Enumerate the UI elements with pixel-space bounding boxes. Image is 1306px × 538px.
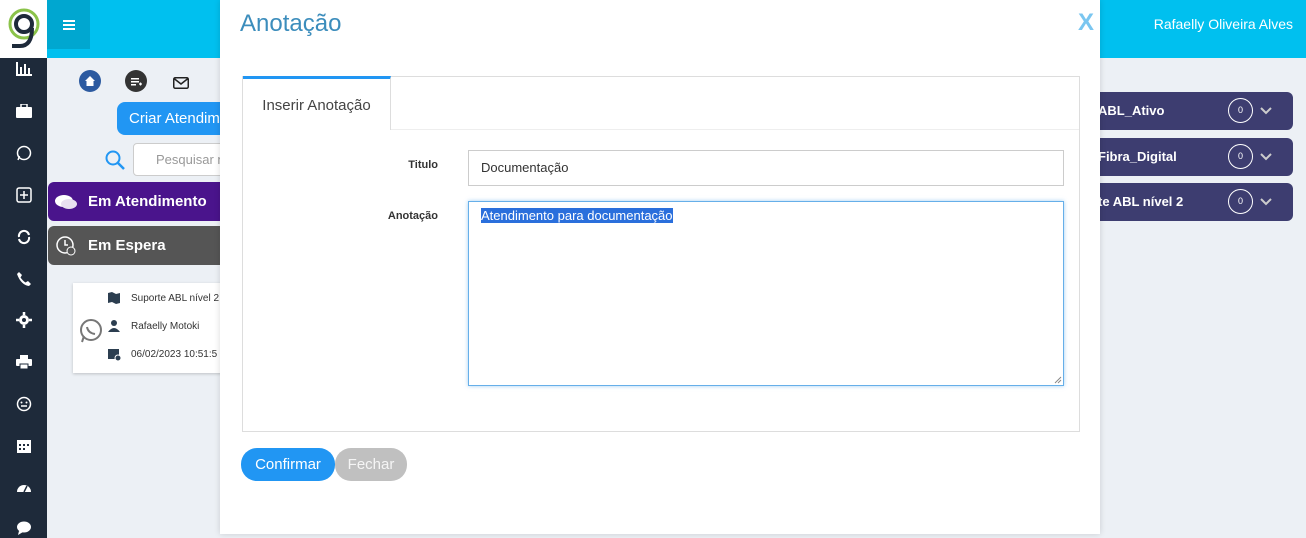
whatsapp-icon [80,319,102,343]
calendar-clock-icon [107,347,121,361]
tab-em-atendimento-label: Em Atendimento [88,193,207,210]
dashboard-icon[interactable] [15,479,33,497]
queue-label: ABL_Ativo [1098,103,1165,118]
chevron-down-icon[interactable] [1258,183,1274,221]
queue-count: 0 [1228,189,1253,214]
smile-icon[interactable] [15,395,33,413]
list-add-button[interactable] [125,70,147,92]
queue-item[interactable]: te ABL nível 2 0 [1090,183,1293,221]
close-icon[interactable]: X [1078,9,1094,37]
clock-icon [56,236,76,256]
ticket-agent: Rafaelly Motoki [131,320,200,332]
queue-count: 0 [1228,98,1253,123]
anotacao-textarea[interactable]: Atendimento para documentação [468,201,1064,386]
ticket-queue-row: Suporte ABL nível 2 [107,291,219,305]
sidebar-rail [0,0,47,538]
search-icon[interactable] [104,149,126,171]
chart-icon[interactable] [15,60,33,78]
annotation-panel: Inserir Anotação Titulo Documentação Ano… [242,76,1080,432]
home-icon [85,76,95,86]
refresh-icon[interactable] [15,228,33,246]
tab-divider [391,129,1079,130]
queue-label: te ABL nível 2 [1098,194,1184,209]
map-icon [107,291,121,305]
chevron-down-icon[interactable] [1258,92,1274,130]
user-name[interactable]: Rafaelly Oliveira Alves [1154,16,1293,32]
home-button[interactable] [79,70,101,92]
tab-em-atendimento[interactable]: Em Atendimento [48,182,228,221]
whatsapp-icon[interactable] [15,144,33,162]
ticket-date-row: 06/02/2023 10:51:5 [107,347,217,361]
ticket-queue: Suporte ABL nível 2 [131,292,220,304]
queue-label: Fibra_Digital [1098,149,1177,164]
ticket-agent-row: Rafaelly Motoki [107,319,199,333]
mail-icon [173,77,189,89]
gear-icon[interactable] [15,311,33,329]
chat-icon[interactable] [15,519,33,537]
tab-inserir-anotacao[interactable]: Inserir Anotação [243,76,391,130]
modal-title: Anotação [240,10,342,37]
calendar-icon[interactable] [15,437,33,455]
chat-bubbles-icon [55,195,77,209]
hamburger-icon [62,19,75,30]
resize-handle-icon[interactable] [1054,376,1062,384]
anotacao-text: Atendimento para documentação [481,208,673,223]
confirm-button[interactable]: Confirmar [241,448,335,481]
chevron-down-icon[interactable] [1258,138,1274,176]
titulo-field[interactable]: Documentação [468,150,1064,186]
annotation-modal: Anotação X Inserir Anotação Titulo Docum… [220,0,1100,534]
ticket-card[interactable]: Suporte ABL nível 2 Rafaelly Motoki 06/0… [73,283,233,373]
printer-icon[interactable] [15,353,33,371]
plus-square-icon[interactable] [15,186,33,204]
close-button[interactable]: Fechar [335,448,407,481]
ticket-datetime: 06/02/2023 10:51:5 [131,348,218,360]
menu-toggle-button[interactable] [47,0,90,49]
queue-item[interactable]: ABL_Ativo 0 [1090,92,1293,130]
queue-count: 0 [1228,144,1253,169]
list-add-icon [131,78,142,86]
phone-icon[interactable] [15,270,33,288]
create-ticket-button[interactable]: Criar Atendimento [117,102,237,135]
tab-em-espera-label: Em Espera [88,237,166,254]
logo [0,0,47,58]
queue-item[interactable]: Fibra_Digital 0 [1090,138,1293,176]
agent-icon [107,319,121,333]
titulo-label: Titulo [408,159,438,171]
mail-button[interactable] [170,72,192,94]
briefcase-icon[interactable] [15,102,33,120]
tab-em-espera[interactable]: Em Espera [48,226,228,265]
anotacao-label: Anotação [387,210,438,222]
